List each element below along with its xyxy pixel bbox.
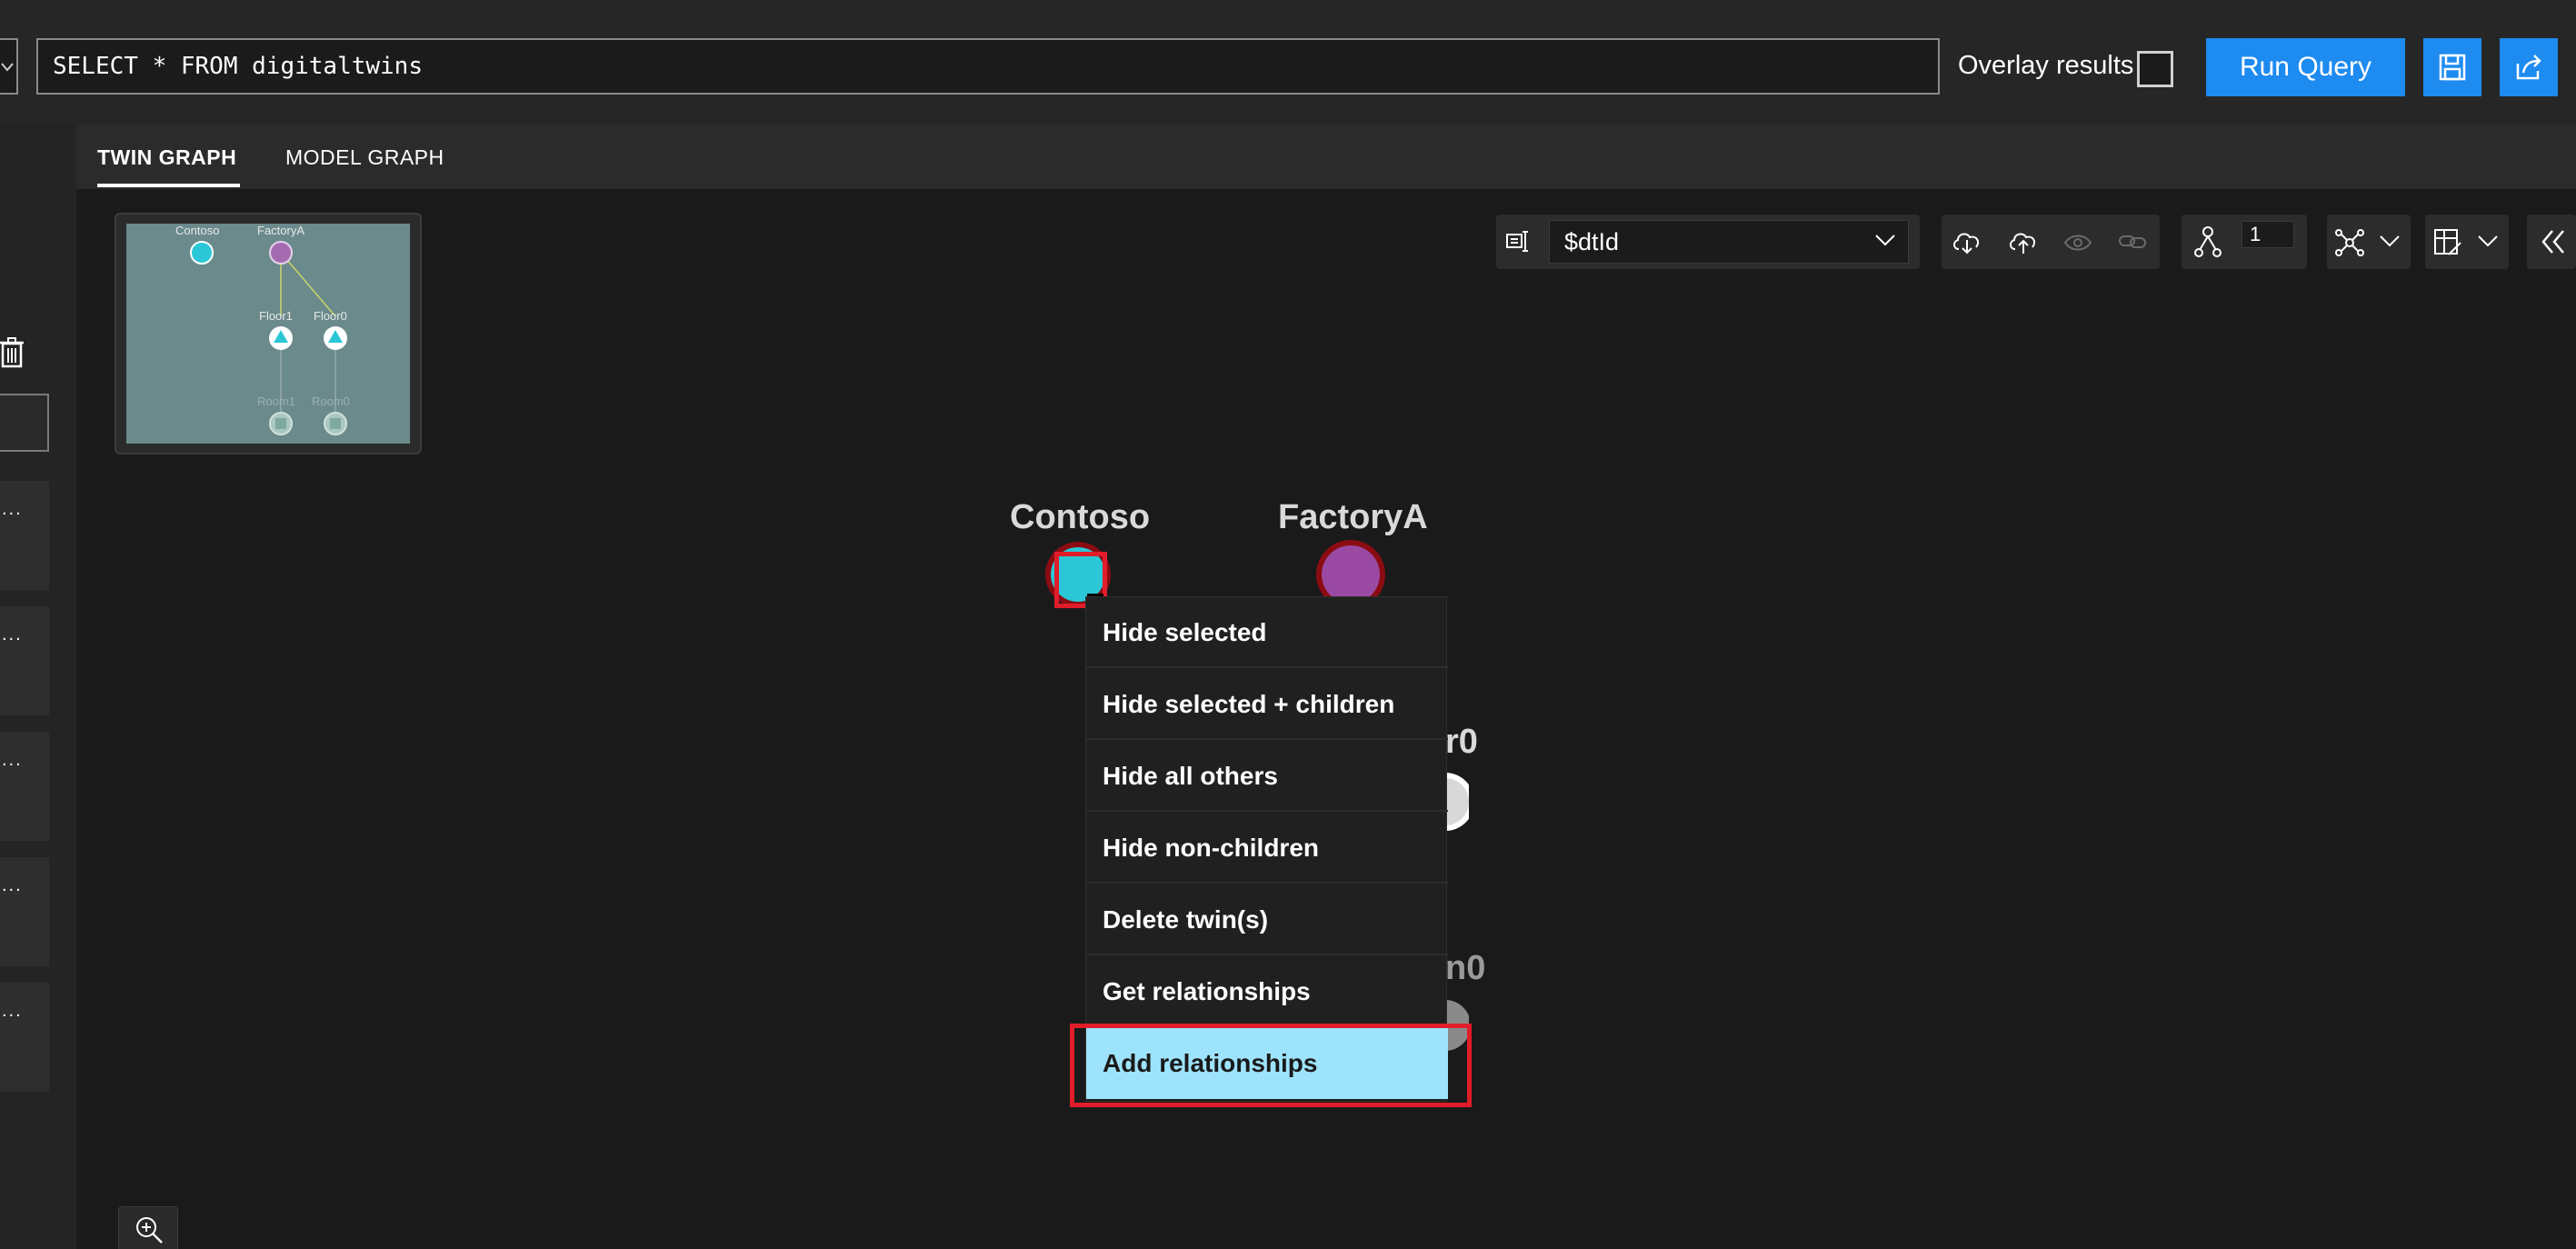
twin-search-input[interactable] [0, 394, 49, 452]
overlay-results-checkbox[interactable] [2137, 51, 2173, 87]
zoom-in-button[interactable] [118, 1206, 178, 1249]
table-icon[interactable] [2432, 227, 2463, 258]
eye-icon[interactable] [2063, 233, 2092, 253]
query-bar: SELECT * FROM digitaltwins Overlay resul… [0, 0, 2576, 124]
twin-list-item[interactable]: ... [0, 857, 49, 966]
highlight-annotation-box [1070, 1024, 1472, 1107]
twin-list-item[interactable]: ... [0, 606, 49, 715]
zoom-in-icon [134, 1214, 165, 1245]
chevron-down-icon[interactable] [2380, 235, 2400, 247]
twin-list-item[interactable]: ... [0, 732, 49, 841]
query-input[interactable]: SELECT * FROM digitaltwins [36, 38, 1940, 95]
property-select-value: $dtId [1564, 228, 1619, 255]
active-tab-indicator [97, 184, 240, 187]
query-history-dropdown[interactable] [0, 38, 18, 95]
tab-model-graph[interactable]: MODEL GRAPH [285, 145, 444, 170]
menu-item-hide-selected[interactable]: Hide selected [1086, 597, 1448, 668]
menu-item-delete-twins[interactable]: Delete twin(s) [1086, 884, 1448, 955]
twin-list-item[interactable]: ... [0, 983, 49, 1092]
node-label-partial: n0 [1445, 949, 1485, 988]
twin-list-item[interactable]: ... [0, 481, 49, 590]
depth-input[interactable]: 1 [2242, 221, 2294, 248]
graph-tabs: TWIN GRAPH MODEL GRAPH [76, 124, 2576, 189]
run-query-button[interactable]: Run Query [2206, 38, 2405, 96]
share-query-button[interactable] [2500, 38, 2558, 96]
minimap-view: Contoso FactoryA Floor1 Floor0 Room1 Roo… [126, 224, 410, 444]
save-icon [2438, 53, 2467, 82]
share-icon [2514, 53, 2543, 82]
chevron-down-icon [1, 63, 14, 72]
download-cloud-icon[interactable] [1951, 229, 1983, 256]
link-icon[interactable] [2118, 229, 2147, 255]
menu-item-hide-non-children[interactable]: Hide non-children [1086, 813, 1448, 884]
tab-twin-graph[interactable]: TWIN GRAPH [97, 145, 236, 170]
app-root: SELECT * FROM digitaltwins Overlay resul… [0, 0, 2576, 1249]
minimap-graph [126, 224, 410, 444]
upload-cloud-icon[interactable] [2007, 229, 2040, 256]
minimap-node-label: Contoso [175, 224, 219, 237]
minimap-node-label: Floor1 [259, 309, 293, 323]
chevron-down-icon [1875, 234, 1895, 246]
twins-panel: ... ... ... ... ... [0, 124, 76, 1249]
overlay-results-label: Overlay results [1958, 51, 2133, 81]
minimap-node-label: Room0 [312, 395, 350, 408]
node-floor0-partial[interactable] [1445, 773, 1469, 831]
menu-item-get-relationships[interactable]: Get relationships [1086, 956, 1448, 1027]
layout-icon[interactable] [2334, 227, 2365, 258]
minimap-node-label: Room1 [257, 395, 295, 408]
delete-icon[interactable] [0, 337, 24, 368]
minimap-node-label: Floor0 [314, 309, 347, 323]
depth-icon [2192, 225, 2223, 258]
menu-item-hide-selected-children[interactable]: Hide selected + children [1086, 669, 1448, 740]
chevron-down-icon[interactable] [2478, 235, 2498, 247]
minimap-node-label: FactoryA [257, 224, 305, 237]
property-select[interactable]: $dtId [1549, 220, 1909, 264]
node-label-factorya: FactoryA [1278, 498, 1428, 537]
node-factorya[interactable] [1309, 538, 1391, 602]
save-query-button[interactable] [2423, 38, 2481, 96]
property-label-icon[interactable] [1505, 229, 1534, 255]
collapse-icon[interactable] [2540, 229, 2567, 255]
menu-item-hide-all-others[interactable]: Hide all others [1086, 741, 1448, 812]
node-label-partial: r0 [1445, 723, 1478, 762]
node-label-contoso: Contoso [1010, 498, 1150, 537]
